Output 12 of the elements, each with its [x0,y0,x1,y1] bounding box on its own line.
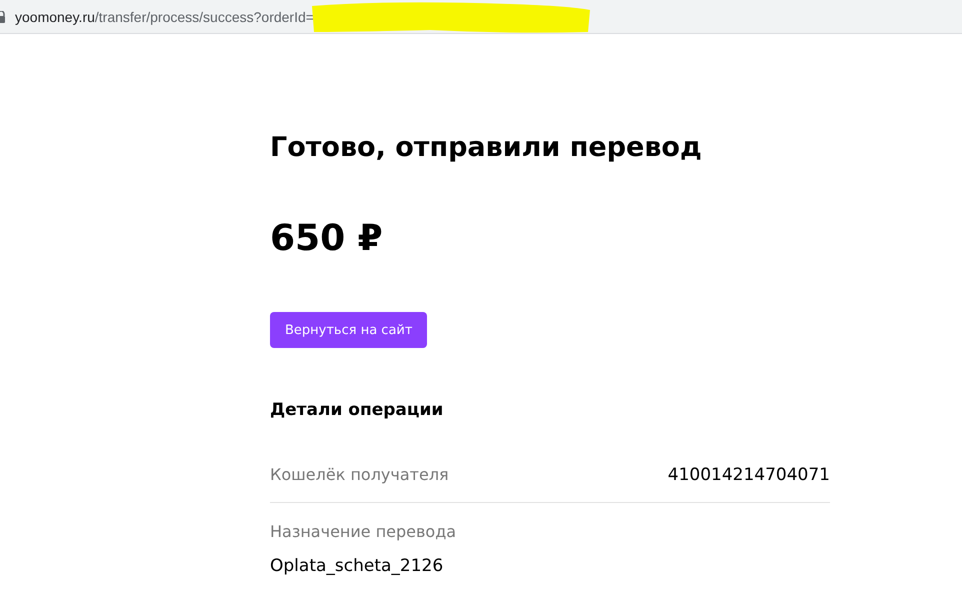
details-heading: Детали операции [270,399,444,422]
amount: 650 ₽ [270,217,383,261]
detail-label: Назначение перевода [270,521,458,543]
detail-label: Кошелёк получателя [270,464,449,486]
url-host: yoomoney.ru [15,8,95,24]
detail-value: 410014214704071 [668,464,830,486]
lock-icon [0,10,6,22]
return-button[interactable]: Вернуться на сайт [270,312,428,348]
detail-value: Oplata_scheta_2126 [270,555,444,577]
url-path: /transfer/process/success?orderId= [94,8,314,24]
address-bar[interactable]: yoomoney.ru/transfer/process/success?orderId= [0,0,962,34]
page-title: Готово, отправили перевод [270,131,702,165]
